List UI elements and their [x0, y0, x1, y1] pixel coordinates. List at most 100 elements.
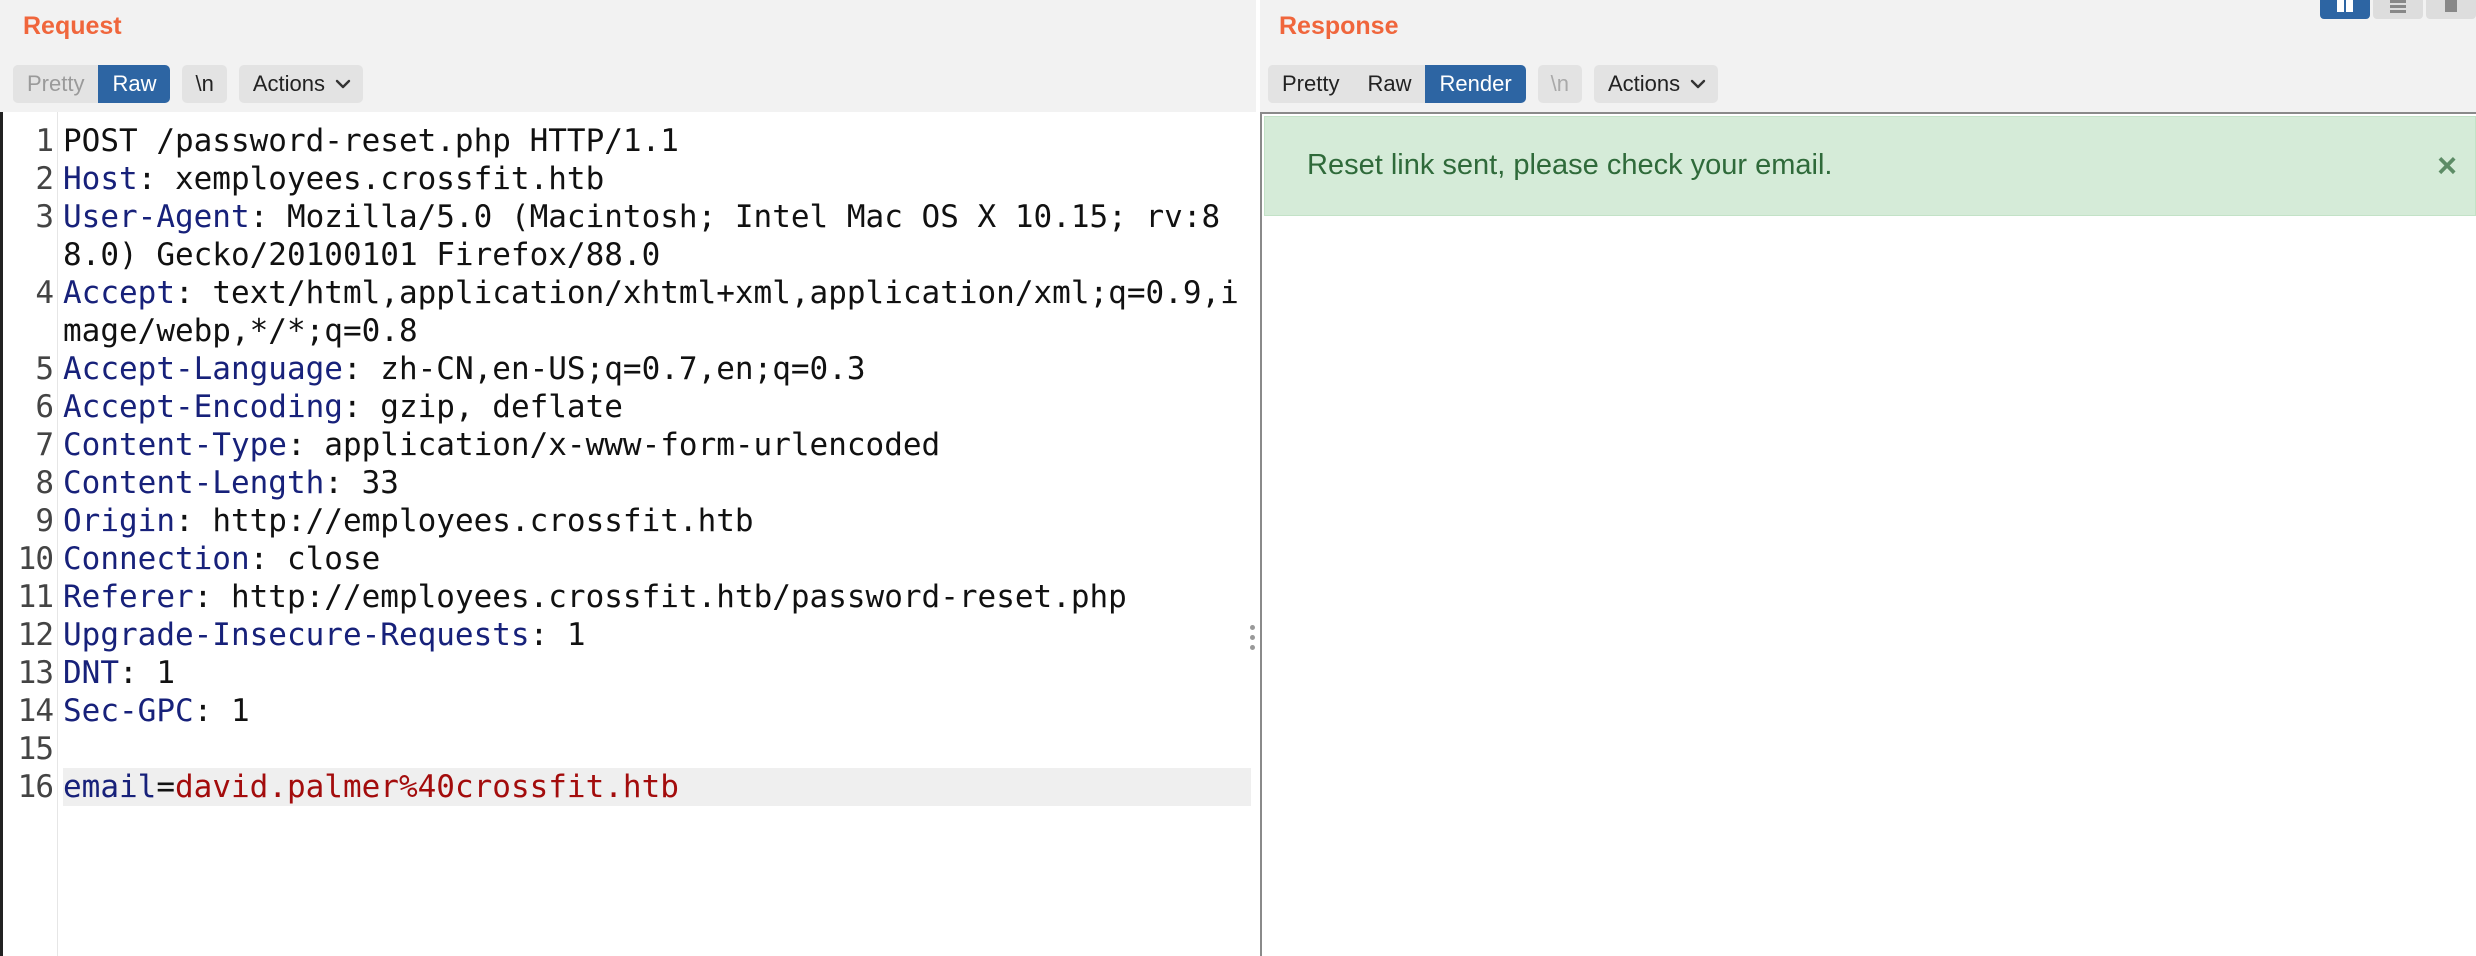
response-header: Response Pretty Raw Render \n Actions: [1260, 0, 2476, 112]
request-toolbar: Pretty Raw \n Actions: [13, 65, 363, 103]
line-text: Content-Length: 33: [63, 465, 399, 501]
header-value: application/x-www-form-urlencoded: [324, 427, 941, 463]
layout-stacked-icon[interactable]: [2373, 0, 2423, 19]
line-number: 8: [35, 465, 54, 501]
response-tab-pretty[interactable]: Pretty: [1268, 65, 1354, 103]
request-tab-pretty[interactable]: Pretty: [13, 65, 99, 103]
line-text: Connection: close: [63, 541, 381, 577]
line-text: Origin: http://employees.crossfit.htb: [63, 503, 754, 539]
line-number: 12: [17, 617, 54, 653]
code-line: 9 Origin: http://employees.crossfit.htb: [3, 502, 1256, 540]
line-text: DNT: 1: [63, 655, 175, 691]
header-name: Content-Length: [63, 465, 325, 501]
layout-toggle-group: [2317, 0, 2476, 19]
header-value: 1: [156, 655, 175, 691]
request-newline-toggle[interactable]: \n: [182, 65, 227, 103]
request-title: Request: [23, 12, 122, 40]
header-name: Referer: [63, 579, 194, 615]
request-header: Request Pretty Raw \n Actions: [0, 0, 1256, 112]
response-render-view: Reset link sent, please check your email…: [1260, 112, 2476, 956]
response-view-tabs: Pretty Raw Render: [1268, 65, 1526, 103]
code-line: 13 DNT: 1: [3, 654, 1256, 692]
line-number: 10: [17, 541, 54, 577]
line-text: Sec-GPC: 1: [63, 693, 250, 729]
line-text: Referer: http://employees.crossfit.htb/p…: [63, 579, 1127, 615]
header-value: zh-CN,en-US;q=0.7,en;q=0.3: [380, 351, 866, 387]
header-value: 1: [230, 693, 250, 729]
success-alert: Reset link sent, please check your email…: [1264, 116, 2476, 216]
code-line: 4 Accept: text/html,application/xhtml+xml…: [3, 274, 1256, 350]
header-value: gzip, deflate: [380, 389, 623, 425]
layout-tabs-icon[interactable]: [2426, 0, 2476, 19]
code-line: 6 Accept-Encoding: gzip, deflate: [3, 388, 1256, 426]
close-icon[interactable]: ×: [2437, 147, 2457, 186]
line-number: 16: [17, 769, 54, 805]
param-name: email: [63, 769, 157, 805]
header-value: text/html,application/xhtml+xml,applicat…: [63, 275, 1239, 349]
code-line: 5 Accept-Language: zh-CN,en-US;q=0.7,en;q…: [3, 350, 1256, 388]
request-actions-label: Actions: [252, 71, 325, 96]
line-number: 15: [17, 731, 54, 767]
header-value: http://employees.crossfit.htb/password-r…: [230, 579, 1127, 615]
line-text: POST /password-reset.php HTTP/1.1: [63, 122, 1256, 160]
request-actions-button[interactable]: Actions: [238, 65, 363, 103]
code-line: 12 Upgrade-Insecure-Requests: 1: [3, 616, 1256, 654]
line-number: 14: [17, 693, 54, 729]
layout-side-by-side-icon[interactable]: [2320, 0, 2370, 19]
code-line: 3 User-Agent: Mozilla/5.0 (Macintosh; Int…: [3, 198, 1256, 274]
response-actions-button[interactable]: Actions: [1594, 65, 1719, 103]
request-editor[interactable]: 1 POST /password-reset.php HTTP/1.1 2 Host:…: [0, 112, 1256, 956]
param-value: david.palmer%40crossfit.htb: [175, 769, 679, 805]
line-number: 11: [17, 579, 54, 615]
line-text: Accept: text/html,application/xhtml+xml,…: [63, 275, 1239, 349]
header-value: http://employees.crossfit.htb: [212, 503, 754, 539]
request-tab-raw[interactable]: Raw: [98, 65, 171, 103]
header-value: close: [286, 541, 381, 577]
header-name: Accept: [63, 275, 175, 311]
line-number: 6: [35, 389, 54, 425]
header-name: Content-Type: [63, 427, 287, 463]
response-newline-toggle[interactable]: \n: [1537, 65, 1582, 103]
header-name: Sec-GPC: [63, 693, 194, 729]
line-text: Upgrade-Insecure-Requests: 1: [63, 617, 586, 653]
request-code: 1 POST /password-reset.php HTTP/1.1 2 Host:…: [3, 122, 1256, 806]
line-number: 4: [35, 275, 54, 311]
response-panel: Response Pretty Raw Render \n Actions Re…: [1260, 0, 2476, 956]
response-title: Response: [1279, 12, 1399, 40]
response-tab-raw[interactable]: Raw: [1353, 65, 1426, 103]
line-text: Accept-Encoding: gzip, deflate: [63, 389, 623, 425]
header-name: Accept-Encoding: [63, 389, 343, 425]
header-name: Origin: [63, 503, 175, 539]
header-value: 1: [566, 617, 586, 653]
line-number: 3: [35, 199, 54, 235]
line-text: Accept-Language: zh-CN,en-US;q=0.7,en;q=…: [63, 351, 866, 387]
header-value: 33: [361, 465, 399, 501]
header-name: User-Agent: [63, 199, 250, 235]
header-name: Connection: [63, 541, 250, 577]
chevron-down-icon: [1690, 79, 1706, 89]
code-line: 8 Content-Length: 33: [3, 464, 1256, 502]
code-line: 11 Referer: http://employees.crossfit.htb…: [3, 578, 1256, 616]
header-value: xemployees.crossfit.htb: [174, 161, 605, 197]
code-line: 7 Content-Type: application/x-www-form-ur…: [3, 426, 1256, 464]
code-line: 14 Sec-GPC: 1: [3, 692, 1256, 730]
code-line: 2 Host: xemployees.crossfit.htb: [3, 160, 1256, 198]
code-line: 10 Connection: close: [3, 540, 1256, 578]
request-view-tabs: Pretty Raw: [13, 65, 171, 103]
line-text: Content-Type: application/x-www-form-url…: [63, 427, 941, 463]
line-text: Host: xemployees.crossfit.htb: [63, 161, 605, 197]
line-text: [63, 730, 1256, 768]
code-line: 1 POST /password-reset.php HTTP/1.1: [3, 122, 1256, 160]
chevron-down-icon: [335, 79, 351, 89]
request-panel: Request Pretty Raw \n Actions 1 POST /pas…: [0, 0, 1256, 956]
line-number: 13: [17, 655, 54, 691]
line-number: 2: [35, 161, 54, 197]
code-line: 15: [3, 730, 1256, 768]
response-tab-render[interactable]: Render: [1425, 65, 1526, 103]
code-line-body: 16 email=david.palmer%40crossfit.htb: [3, 768, 1256, 806]
request-line-text: POST /password-reset.php HTTP/1.1: [63, 123, 679, 159]
response-toolbar: Pretty Raw Render \n Actions: [1268, 65, 1719, 103]
header-name: DNT: [63, 655, 119, 691]
pane-splitter-handle[interactable]: [1250, 625, 1256, 655]
line-text: User-Agent: Mozilla/5.0 (Macintosh; Inte…: [63, 199, 1221, 273]
